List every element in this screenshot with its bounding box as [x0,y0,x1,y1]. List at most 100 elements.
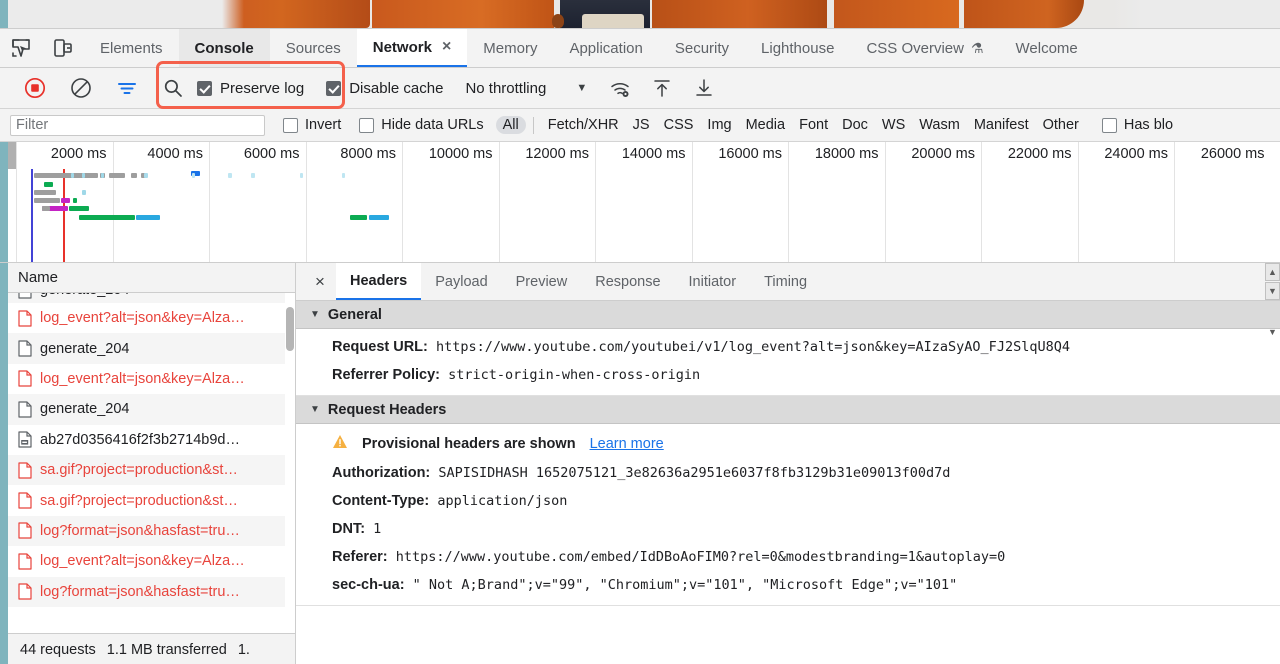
overview-scroll-nub[interactable] [8,142,16,169]
filter-type-js[interactable]: JS [626,116,657,134]
table-row[interactable]: log_event?alt=json&key=Alza… [8,303,295,333]
document-icon [18,553,40,570]
filter-type-manifest[interactable]: Manifest [967,116,1036,134]
tab-application[interactable]: Application [553,29,658,67]
detail-tab-headers[interactable]: Headers [336,263,422,300]
timeline-tick-label: 26000 ms [1200,146,1265,162]
table-row[interactable]: sa.gif?project=production&st… [8,454,295,486]
table-row[interactable]: log?format=json&hasfast=tru… [8,515,295,547]
preserve-log-check-box[interactable] [197,80,212,96]
detail-tab-response[interactable]: Response [581,263,674,300]
filter-type-ws[interactable]: WS [875,116,912,134]
detail-tab-timing[interactable]: Timing [750,263,821,300]
table-row[interactable]: log_event?alt=json&key=Alza… [8,364,295,394]
search-icon[interactable] [158,73,188,103]
overview-request-bar [109,173,125,178]
learn-more-link[interactable]: Learn more [590,436,664,452]
photo-region [964,0,1084,28]
tab-welcome[interactable]: Welcome [1000,29,1094,67]
timeline-tick-label: 12000 ms [525,146,589,162]
has-blocked-check-box[interactable] [1101,117,1117,133]
section-header-request-headers[interactable]: ▼ Request Headers [296,396,1280,424]
tab-label: Lighthouse [761,39,835,57]
tab-elements[interactable]: Elements [84,29,179,67]
disable-cache-check-box[interactable] [326,80,342,96]
tab-security[interactable]: Security [659,29,745,67]
timeline-tick-label: 4000 ms [147,146,203,162]
timeline-tick: 18000 ms [788,142,885,262]
device-toolbar-icon[interactable] [42,29,84,67]
tab-console[interactable]: Console [178,29,270,67]
filter-type-media[interactable]: Media [739,116,793,134]
filter-separator [532,116,534,134]
tab-network[interactable]: Network × [356,29,468,67]
timeline-tick: 6000 ms [209,142,306,262]
overview-request-bar [82,173,85,178]
filter-type-css[interactable]: CSS [657,116,701,134]
table-row[interactable]: generate_204 [8,333,295,364]
detail-tab-payload[interactable]: Payload [421,263,501,300]
inspect-element-icon[interactable] [0,29,42,67]
filter-type-font[interactable]: Font [792,116,835,134]
table-row[interactable]: log_event?alt=json&key=Alza… [8,546,295,576]
table-row[interactable]: sa.gif?project=production&st… [8,485,295,515]
overview-request-bar [144,173,148,178]
section-body: Request URL: https://www.youtube.com/you… [296,329,1280,396]
filter-type-all[interactable]: All [495,116,526,134]
filter-type-doc[interactable]: Doc [835,116,875,134]
disable-cache-label: Disable cache [349,79,444,97]
table-row[interactable]: log?format=json&hasfast=tru… [8,576,295,607]
invert-check-box[interactable] [283,117,298,133]
network-overview[interactable]: 2000 ms 4000 ms 6000 ms 8000 ms 10000 ms 1200… [0,142,1280,263]
preserve-log-checkbox[interactable]: Preserve log [197,80,304,97]
close-icon[interactable]: × [442,39,451,55]
network-conditions-icon[interactable] [603,73,637,103]
table-row[interactable]: generate_204 [8,394,295,425]
overview-request-bar [342,173,345,178]
detail-scroll-thumb-arrow[interactable]: ▼ [1265,323,1280,341]
filter-input[interactable] [10,114,265,136]
requests-scrollbar[interactable] [285,293,295,633]
tab-sources[interactable]: Sources [270,29,357,67]
filter-icon[interactable] [110,71,144,105]
throttling-dropdown[interactable]: No throttling ▼ [465,80,587,97]
clear-network-log-icon[interactable] [64,71,98,105]
filter-type-img[interactable]: Img [700,116,738,134]
table-row[interactable]: ab27d0356416f2f3b2714b9d… [8,425,295,455]
detail-scroll-up-button[interactable]: ▲ [1265,263,1280,281]
detail-tab-preview[interactable]: Preview [502,263,582,300]
timeline-tick-label: 22000 ms [1007,146,1072,162]
photo-region [652,0,827,28]
timeline-tick: 8000 ms [305,142,403,262]
export-har-icon[interactable] [687,73,721,103]
has-blocked-cookies-checkbox[interactable]: Has blo [1101,117,1173,133]
section-header-general[interactable]: ▼ General [296,301,1280,329]
detail-tabs: Headers Payload Preview Response Initiator Ti… [336,263,821,300]
timeline-tick: 16000 ms [691,142,789,262]
hide-data-urls-checkbox[interactable]: Hide data URLs [359,117,484,133]
tab-css-overview[interactable]: CSS Overview ⚗ [850,29,999,67]
request-name: log_event?alt=json&key=Alza… [40,310,245,327]
requests-pane: Name generate_204 log_event?alt=json&key=… [0,263,296,664]
name-column-header[interactable]: Name [8,263,295,293]
invert-checkbox[interactable]: Invert [283,117,341,133]
record-stop-icon[interactable] [18,71,52,105]
disable-cache-checkbox[interactable]: Disable cache [326,80,443,97]
request-name: sa.gif?project=production&st… [40,492,238,509]
filter-type-fetch-xhr[interactable]: Fetch/XHR [541,116,626,134]
table-row[interactable]: generate_204 [8,293,295,303]
tab-lighthouse[interactable]: Lighthouse [745,29,850,67]
hide-data-urls-check-box[interactable] [359,117,375,133]
requests-scrollbar-thumb[interactable] [286,307,294,351]
request-name: log?format=json&hasfast=tru… [40,522,240,539]
preserve-log-label: Preserve log [220,79,305,97]
filter-type-wasm[interactable]: Wasm [912,116,967,134]
import-har-icon[interactable] [645,73,679,103]
header-key: Content-Type: [332,492,430,509]
filter-type-other[interactable]: Other [1036,116,1086,134]
detail-scroll-down-button[interactable]: ▼ [1265,282,1280,300]
document-icon [18,310,40,327]
detail-tab-initiator[interactable]: Initiator [675,263,751,300]
close-icon[interactable]: × [304,263,336,300]
tab-memory[interactable]: Memory [467,29,553,67]
